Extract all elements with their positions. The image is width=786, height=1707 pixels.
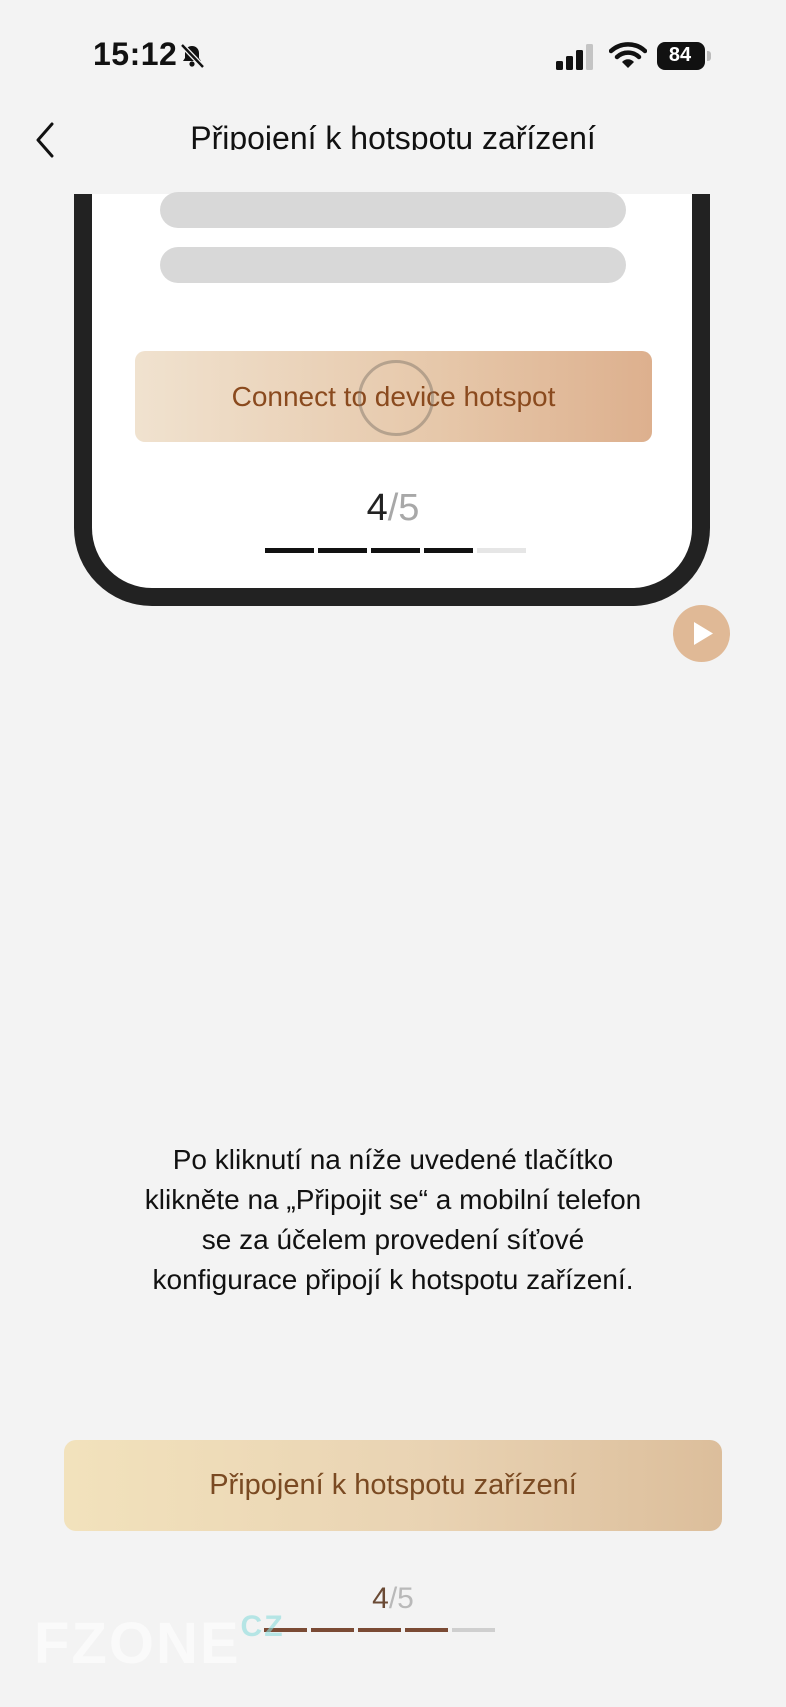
connect-hotspot-button[interactable]: Připojení k hotspotu zařízení [64,1440,722,1531]
progress-segment [358,1628,401,1632]
skeleton-line [160,247,626,283]
progress-segment [405,1628,448,1632]
bell-slash-icon [180,43,205,69]
step-progress [264,1628,495,1632]
step-total: /5 [388,1582,414,1615]
illustration-step-counter: 4/5 [0,487,786,530]
progress-segment [477,548,526,553]
step-current: 4 [372,1582,389,1615]
progress-segment [452,1628,495,1632]
progress-segment [371,548,420,553]
wifi-icon [609,42,647,68]
watermark-suffix: CZ [240,1610,285,1643]
battery-icon: 84 [657,42,713,70]
connect-hotspot-button-label: Připojení k hotspotu zařízení [209,1469,577,1501]
progress-segment [424,548,473,553]
tap-indicator [358,360,434,436]
illustration-step-total: /5 [387,487,420,529]
status-time: 15:12 [93,36,178,72]
progress-segment [318,548,367,553]
watermark: FZONECZ [34,1610,285,1677]
instruction-text: Po kliknutí na níže uvedené tlačítko kli… [144,1144,642,1295]
illustration-step-current: 4 [366,487,388,529]
cellular-signal-icon [556,44,593,70]
skeleton-line [160,192,626,228]
illustration-progress [265,548,526,553]
battery-level: 84 [668,44,692,66]
play-icon [694,622,713,645]
progress-segment [311,1628,354,1632]
progress-segment [265,548,314,553]
watermark-text: FZONE [34,1611,241,1676]
play-button[interactable] [673,605,730,662]
